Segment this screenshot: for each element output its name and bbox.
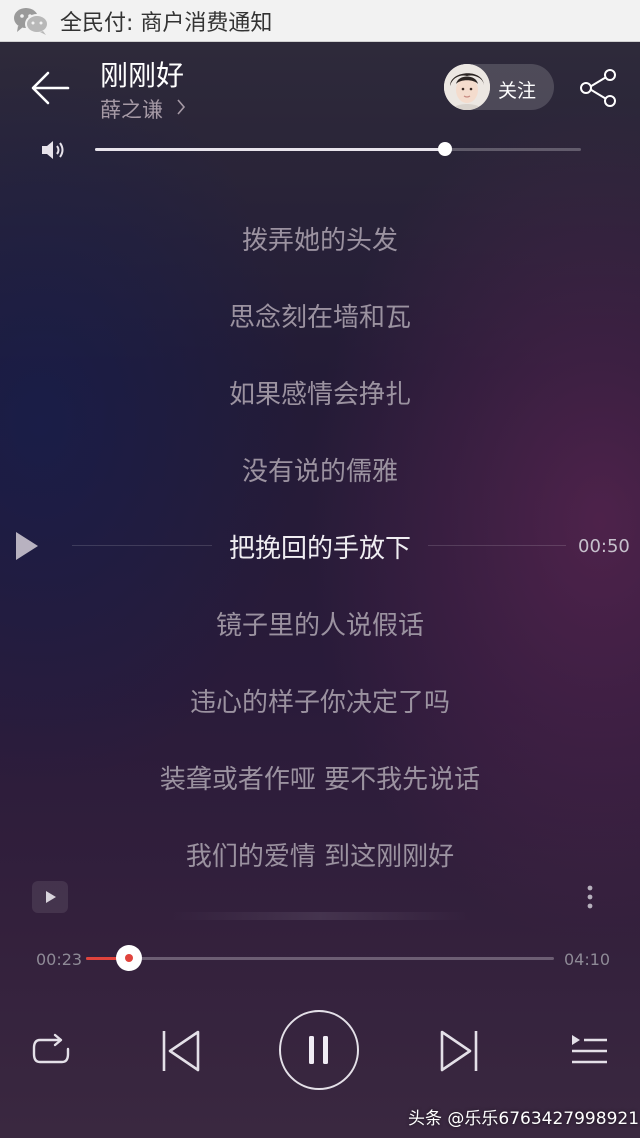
artist-avatar[interactable] (444, 64, 490, 110)
volume-slider-thumb[interactable] (437, 142, 452, 156)
notification-bar[interactable]: 全民付: 商户消费通知 (0, 0, 640, 42)
progress-slider-thumb[interactable] (116, 945, 143, 971)
music-player: 刚刚好 薛之谦 关注 拨弄她的头发 思念刻在墙和瓦 如果感情会挣扎 没有说的儒雅… (0, 42, 640, 1138)
more-options-icon[interactable] (580, 882, 600, 912)
back-arrow-icon[interactable] (30, 70, 70, 106)
lyric-line: 拨弄她的头发 (241, 226, 398, 256)
lyric-line: 我们的爱情 到这刚刚好 (185, 842, 455, 872)
faded-lyric-hint (170, 912, 470, 920)
next-track-icon[interactable] (436, 1027, 482, 1075)
lyric-line: 镜子里的人说假话 (215, 611, 424, 641)
play-pause-button[interactable] (279, 1010, 359, 1090)
volume-fill (95, 148, 445, 151)
notification-text: 全民付: 商户消费通知 (60, 11, 273, 36)
current-lyric-line: 把挽回的手放下 (228, 534, 411, 564)
video-play-icon (46, 891, 56, 903)
pause-icon (309, 1036, 328, 1064)
wechat-icon (14, 8, 49, 35)
song-title: 刚刚好 (100, 59, 185, 92)
previous-track-icon[interactable] (158, 1027, 204, 1075)
artist-link[interactable]: 薛之谦 (100, 94, 163, 124)
seek-time: 00:50 (578, 536, 630, 557)
speaker-icon[interactable] (40, 138, 66, 162)
lyric-line: 没有说的儒雅 (241, 457, 398, 487)
lyric-line: 思念刻在墙和瓦 (228, 303, 411, 333)
watermark-text: 头条 @乐乐6763427998921 (408, 1109, 640, 1129)
chevron-right-icon (177, 99, 186, 115)
progress-track[interactable] (86, 945, 554, 971)
volume-track[interactable] (95, 142, 581, 156)
follow-label: 关注 (498, 80, 537, 102)
watermark: 头条 @乐乐6763427998921 (400, 1086, 640, 1138)
duration-time: 04:10 (564, 950, 611, 969)
playlist-icon[interactable] (568, 1032, 610, 1070)
mv-button[interactable] (32, 881, 68, 913)
progress-thumb-dot (125, 954, 134, 962)
lyric-line: 如果感情会挣扎 (228, 380, 411, 410)
lyric-line: 违心的样子你决定了吗 (189, 688, 450, 718)
lyric-line: 装聋或者作哑 要不我先说话 (159, 765, 481, 795)
share-icon[interactable] (578, 68, 618, 108)
elapsed-time: 00:23 (36, 950, 83, 969)
repeat-icon[interactable] (30, 1032, 72, 1070)
